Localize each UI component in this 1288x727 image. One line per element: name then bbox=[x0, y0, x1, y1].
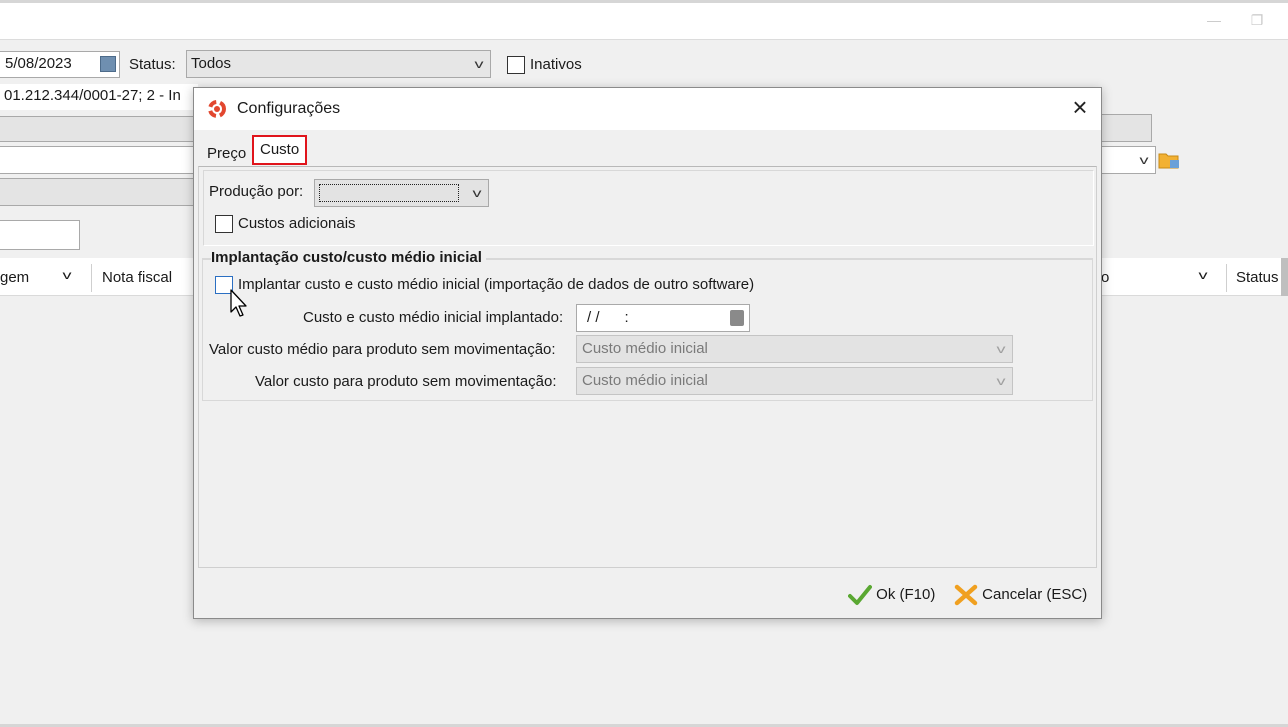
date-field[interactable]: 5/08/2023 bbox=[0, 51, 120, 78]
date-value: 5/08/2023 bbox=[5, 55, 72, 72]
implantado-value: / / : bbox=[587, 309, 629, 326]
app-logo-icon bbox=[206, 98, 228, 120]
calendar-icon[interactable] bbox=[730, 310, 744, 326]
valor-medio-value: Custo médio inicial bbox=[582, 340, 708, 357]
chevron-down-icon[interactable]: v bbox=[63, 268, 72, 282]
restore-icon[interactable]: ❐ bbox=[1247, 10, 1267, 30]
close-icon[interactable]: × bbox=[1068, 94, 1092, 120]
tab-preco[interactable]: Preço bbox=[201, 142, 252, 168]
status-select[interactable]: Todos v bbox=[186, 50, 491, 78]
cancel-button-label: Cancelar (ESC) bbox=[982, 586, 1088, 603]
background-field-3[interactable] bbox=[0, 146, 198, 174]
status-label: Status: bbox=[129, 56, 176, 73]
focus-rectangle bbox=[319, 184, 459, 202]
valor-custo-select[interactable]: Custo médio inicial v bbox=[576, 367, 1013, 395]
configuracoes-dialog: Configurações × Preço Custo Produção por… bbox=[193, 87, 1102, 619]
ok-button-label: Ok (F10) bbox=[876, 586, 936, 603]
chevron-down-icon: v bbox=[996, 342, 1006, 356]
company-field[interactable]: 01.212.344/0001-27; 2 - In bbox=[0, 84, 198, 110]
company-value: 01.212.344/0001-27; 2 - In bbox=[4, 87, 181, 104]
grid-column-origem[interactable]: gem bbox=[0, 269, 29, 286]
minimize-icon[interactable]: — bbox=[1204, 10, 1224, 30]
implantado-label: Custo e custo médio inicial implantado: bbox=[303, 309, 564, 326]
dialog-title: Configurações bbox=[237, 100, 341, 117]
background-field-right bbox=[1100, 114, 1152, 142]
chevron-down-icon: v bbox=[1139, 153, 1149, 167]
implantado-datetime-field[interactable]: / / : bbox=[576, 304, 750, 332]
producao-label: Produção por: bbox=[209, 183, 304, 200]
chevron-down-icon[interactable]: v bbox=[1199, 268, 1208, 282]
background-field-5[interactable] bbox=[0, 220, 80, 250]
producao-select[interactable]: v bbox=[314, 179, 489, 207]
inativos-label: Inativos bbox=[530, 56, 582, 73]
checkmark-icon bbox=[848, 585, 872, 606]
cancel-button[interactable]: Cancelar (ESC) bbox=[954, 582, 1087, 608]
cancel-x-icon bbox=[954, 584, 978, 606]
inativos-checkbox[interactable] bbox=[507, 56, 525, 74]
grid-column-partial[interactable]: o bbox=[1101, 269, 1109, 286]
background-field-2 bbox=[0, 116, 198, 142]
folder-icon[interactable] bbox=[1158, 150, 1180, 170]
grid-scrollbar[interactable] bbox=[1281, 258, 1288, 296]
grid-column-nota-fiscal[interactable]: Nota fiscal bbox=[102, 269, 172, 286]
custos-adicionais-label: Custos adicionais bbox=[238, 215, 356, 232]
grid-separator bbox=[1226, 264, 1227, 292]
mouse-cursor-icon bbox=[229, 288, 249, 318]
grid-column-status[interactable]: Status bbox=[1236, 269, 1279, 286]
valor-custo-value: Custo médio inicial bbox=[582, 372, 708, 389]
valor-medio-select[interactable]: Custo médio inicial v bbox=[576, 335, 1013, 363]
window-top-border bbox=[0, 0, 1288, 3]
chevron-down-icon: v bbox=[996, 374, 1006, 388]
valor-medio-label: Valor custo médio para produto sem movim… bbox=[209, 341, 556, 358]
status-value: Todos bbox=[191, 55, 232, 72]
implantacao-group-title: Implantação custo/custo médio inicial bbox=[211, 249, 486, 266]
implantar-label: Implantar custo e custo médio inicial (i… bbox=[238, 276, 755, 293]
grid-separator bbox=[91, 264, 92, 292]
tab-custo[interactable]: Custo bbox=[252, 135, 308, 165]
valor-custo-label: Valor custo para produto sem movimentaçã… bbox=[255, 373, 557, 390]
background-field-4 bbox=[0, 178, 198, 206]
custos-adicionais-checkbox[interactable] bbox=[215, 215, 233, 233]
background-title-bar bbox=[0, 0, 1288, 40]
ok-button[interactable]: Ok (F10) bbox=[848, 582, 935, 608]
background-combo-right[interactable]: v bbox=[1100, 146, 1156, 174]
chevron-down-icon: v bbox=[474, 57, 484, 71]
chevron-down-icon: v bbox=[472, 186, 482, 200]
calendar-icon[interactable] bbox=[100, 56, 116, 72]
